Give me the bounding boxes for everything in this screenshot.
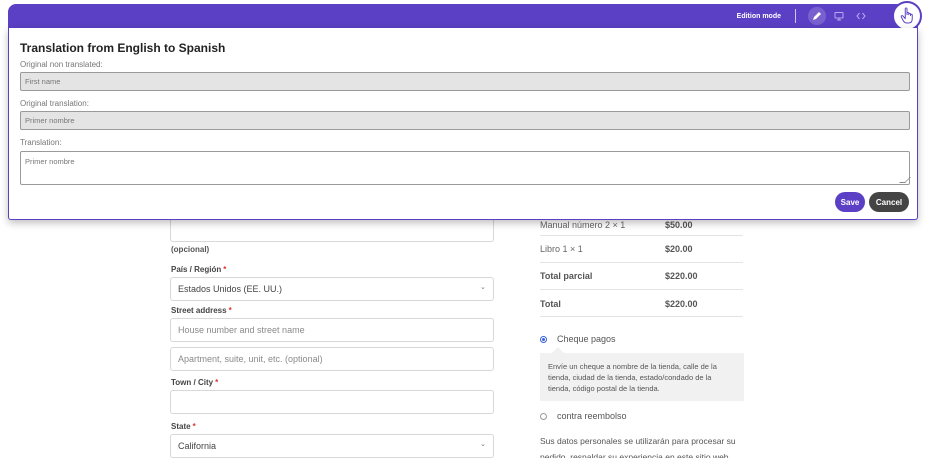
payment-cod-option[interactable]: contra reembolso — [540, 411, 627, 421]
divider — [540, 316, 743, 317]
street2-input[interactable]: Apartment, suite, unit, etc. (optional) — [170, 347, 494, 371]
modal-title: Translation from English to Spanish — [20, 41, 226, 55]
radio-selected[interactable] — [540, 335, 547, 343]
code-icon[interactable] — [852, 7, 870, 25]
chevron-down-icon: ⌄ — [480, 284, 486, 291]
original-field: First name — [20, 72, 910, 91]
privacy-text: Sus datos personales se utilizarán para … — [540, 436, 736, 458]
country-label: País / Región * — [171, 265, 227, 274]
divider — [540, 289, 743, 290]
edition-toolbar: Edition mode — [8, 1, 922, 31]
monitor-icon[interactable] — [830, 7, 848, 25]
resize-handle-icon[interactable] — [899, 177, 911, 183]
original-translation-field: Primer nombre — [20, 111, 910, 130]
radio-unselected[interactable] — [540, 412, 547, 420]
order-row-item: Libro 1 × 1 $20.00 — [540, 244, 693, 254]
payment-description: Envíe un cheque a nombre de la tienda, c… — [540, 347, 744, 401]
toolbar-separator — [795, 9, 796, 23]
order-row-partial: Manual número 2 × 1 $50.00 — [540, 220, 693, 230]
payment-cheque-option[interactable]: Cheque pagos — [540, 334, 616, 344]
cancel-button[interactable]: Cancel — [869, 192, 909, 212]
state-select[interactable]: California ⌄ — [170, 434, 494, 458]
chevron-down-icon: ⌄ — [480, 441, 486, 448]
state-label: State * — [171, 422, 196, 431]
original-label: Original non translated: — [20, 60, 103, 69]
order-row-total: Total $220.00 — [540, 299, 698, 309]
city-label: Town / City * — [171, 378, 219, 387]
divider — [540, 262, 743, 263]
hand-pointer-icon[interactable] — [892, 1, 922, 31]
street-input[interactable]: House number and street name — [170, 318, 494, 342]
order-row-subtotal: Total parcial $220.00 — [540, 271, 698, 281]
edition-mode-label: Edition mode — [736, 12, 781, 20]
optional-hint: (opcional) — [171, 245, 210, 254]
country-select[interactable]: Estados Unidos (EE. UU.) ⌄ — [170, 277, 494, 301]
original-translation-label: Original translation: — [20, 99, 89, 108]
street-label: Street address * — [171, 306, 232, 315]
city-input[interactable] — [170, 390, 494, 414]
pencil-icon[interactable] — [808, 7, 826, 25]
translation-label: Translation: — [20, 138, 62, 147]
save-button[interactable]: Save — [835, 192, 865, 212]
translation-modal: Translation from English to Spanish Orig… — [8, 28, 918, 220]
partial-field[interactable] — [170, 218, 494, 242]
translation-textarea[interactable]: Primer nombre — [20, 151, 911, 185]
divider — [540, 235, 743, 236]
